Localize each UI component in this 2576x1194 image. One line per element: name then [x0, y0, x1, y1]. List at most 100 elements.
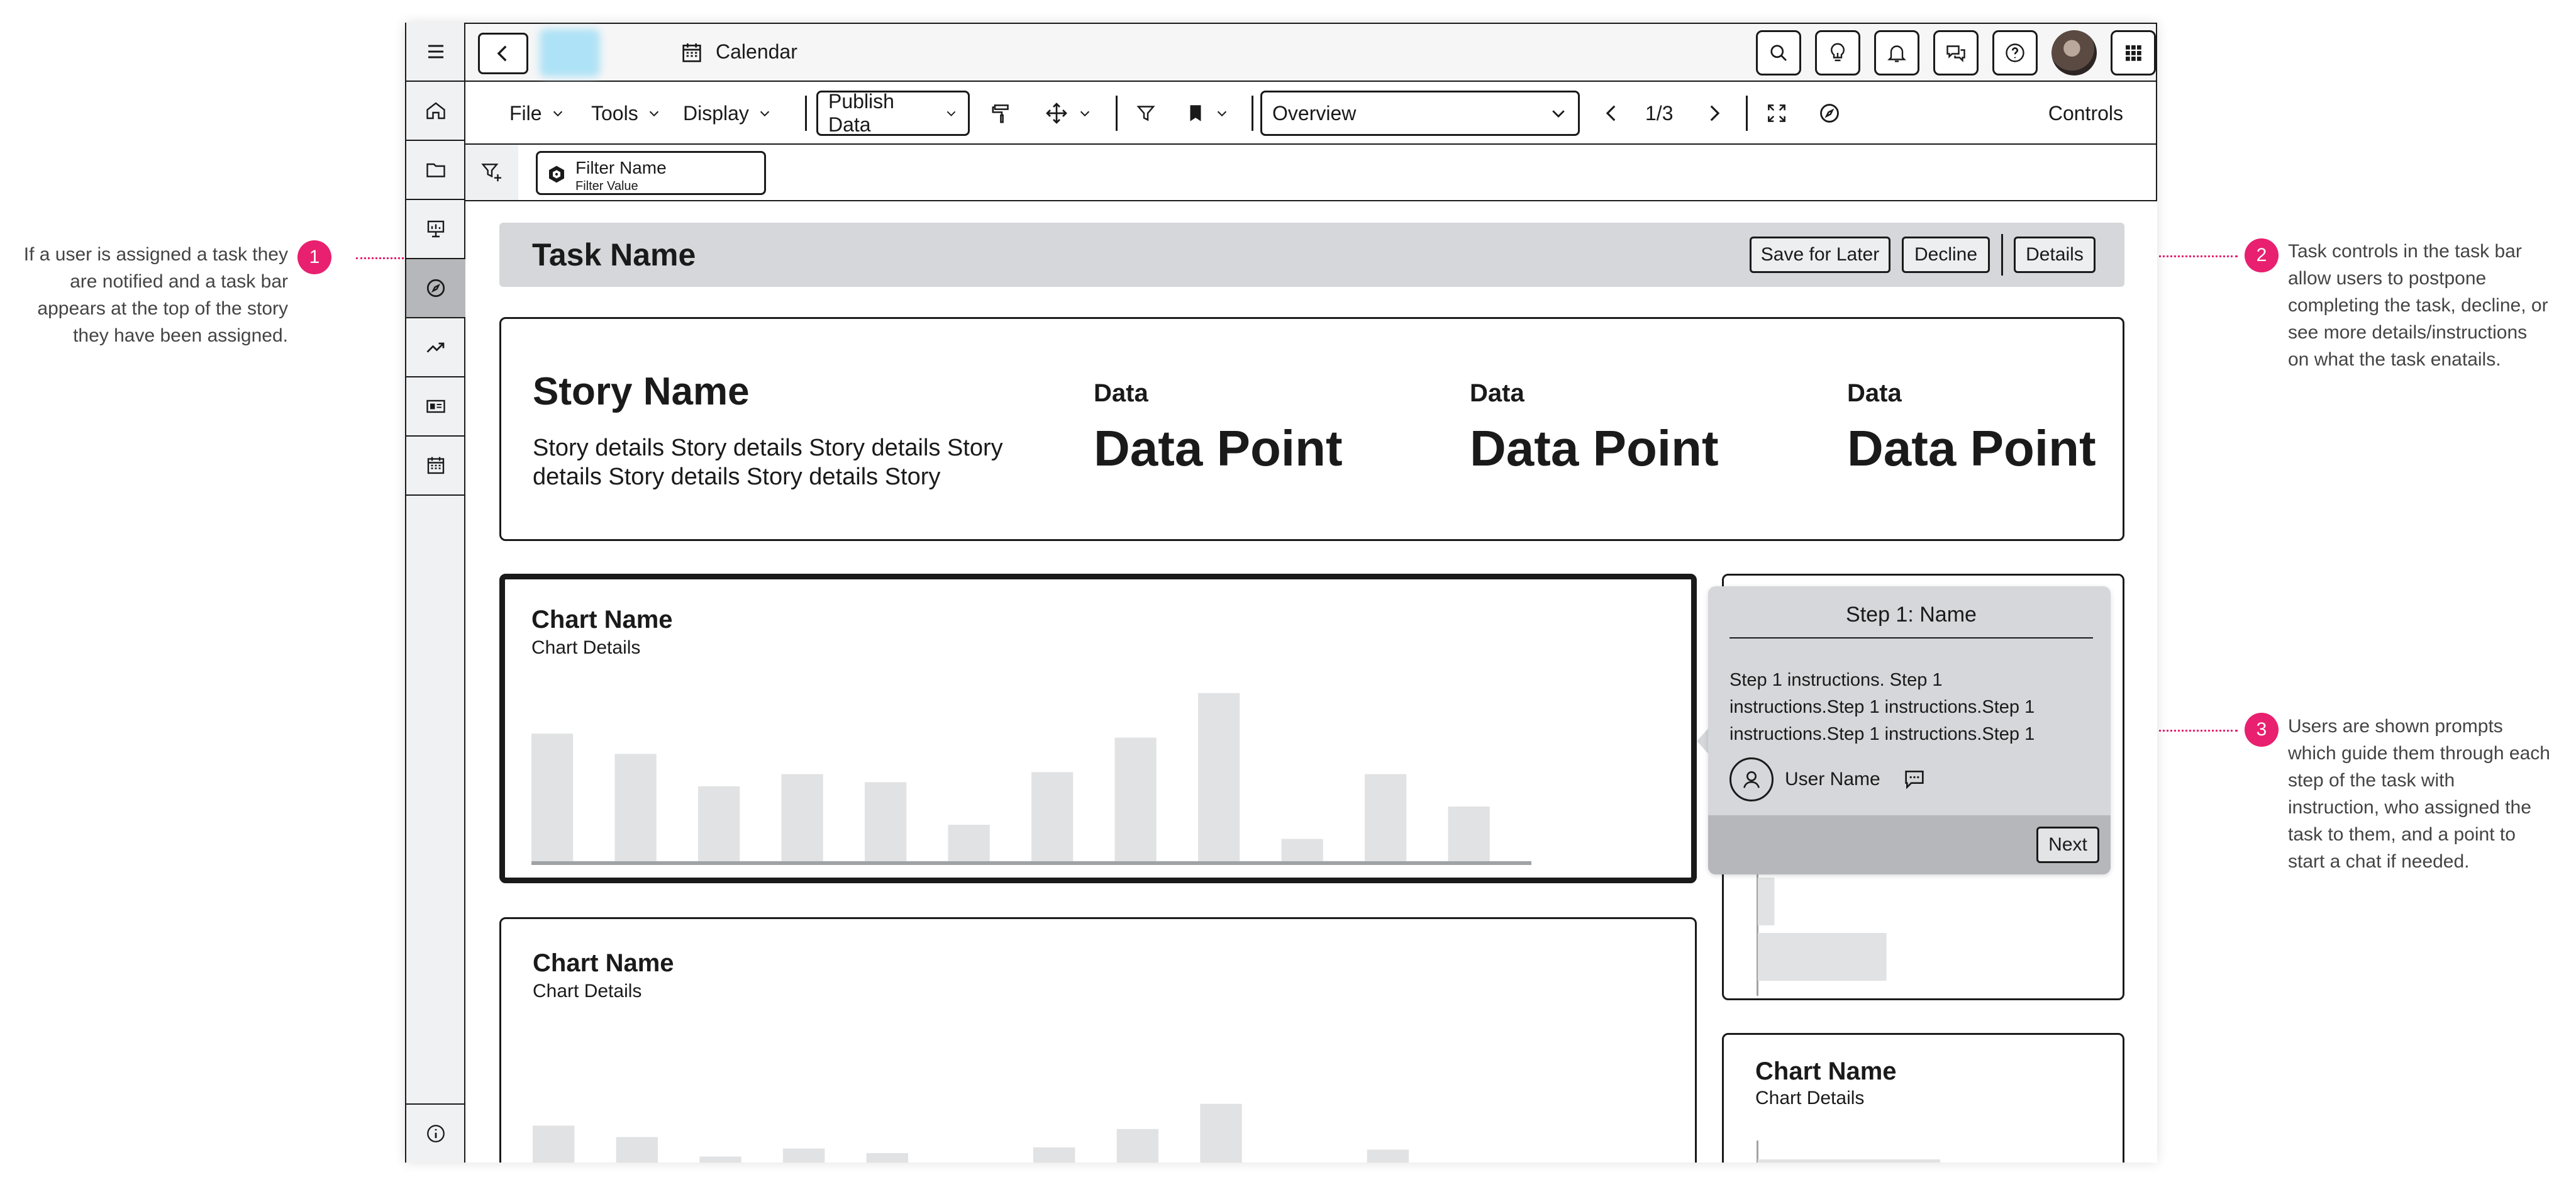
chart-card[interactable]: Chart Name Chart Details: [1722, 1033, 2124, 1163]
chevron-down-icon: [553, 111, 562, 117]
fullscreen-button[interactable]: [1765, 82, 1789, 145]
bar-chart: [531, 693, 1531, 865]
chart-bar: [1367, 1149, 1409, 1163]
nav-stories[interactable]: [406, 259, 465, 318]
bookmark-icon: [1190, 105, 1201, 121]
controls-toggle[interactable]: Controls: [2048, 82, 2123, 145]
user-avatar[interactable]: [2051, 30, 2097, 75]
chart-bar: [1281, 839, 1323, 861]
annotation-2-text: Task controls in the task bar allow user…: [2288, 238, 2576, 373]
chart-bar: [1198, 693, 1240, 861]
kpi-value: Data Point: [1847, 420, 2096, 476]
chevron-down-icon: [1217, 111, 1227, 117]
chart-bar: [614, 754, 657, 861]
annotation-3-badge: 3: [2245, 713, 2279, 747]
back-button[interactable]: [478, 33, 528, 74]
chevron-right-icon: [1710, 105, 1720, 121]
file-menu[interactable]: File: [509, 82, 565, 145]
chart-bar: [1758, 1159, 1940, 1163]
product-switch-button[interactable]: [2111, 30, 2156, 75]
kpi-value: Data Point: [1470, 420, 1719, 476]
chart-bar: [1365, 774, 1407, 861]
search-button[interactable]: [1756, 30, 1801, 75]
task-bar-divider: [2001, 234, 2003, 276]
move-button[interactable]: [1044, 82, 1092, 145]
chart-bar: [866, 1152, 908, 1163]
chart-bar: [1200, 1103, 1242, 1163]
save-for-later-button[interactable]: Save for Later: [1750, 237, 1890, 273]
nav-calendar[interactable]: [406, 437, 465, 496]
notifications-button[interactable]: [1874, 30, 1919, 75]
bar-chart: [533, 1103, 1409, 1163]
bookmark-button[interactable]: [1185, 82, 1229, 145]
chart-card-selected[interactable]: Chart Name Chart Details: [499, 574, 1697, 883]
annotation-1-badge: 1: [297, 240, 331, 274]
ideas-button[interactable]: [1815, 30, 1860, 75]
format-button[interactable]: [990, 82, 1014, 145]
task-name: Task Name: [532, 237, 696, 272]
nav-planning[interactable]: [406, 377, 465, 437]
file-menu-label: File: [509, 101, 542, 125]
chart-bar: [698, 786, 740, 861]
annotation-3-text: Users are shown prompts which guide them…: [2288, 713, 2576, 875]
chart-subtitle: Chart Details: [1755, 1088, 1865, 1108]
nav-presentation[interactable]: [406, 200, 465, 259]
popover-footer: Next: [1708, 815, 2111, 874]
chart-bar: [783, 1148, 825, 1163]
menu-button[interactable]: [406, 23, 465, 82]
chevron-left-icon: [1606, 105, 1616, 121]
info-button[interactable]: [406, 1103, 465, 1163]
decline-button[interactable]: Decline: [1902, 237, 1990, 273]
page-select[interactable]: Overview: [1260, 91, 1580, 136]
app-logo: [540, 29, 600, 77]
chart-bar: [1758, 933, 1887, 981]
help-button[interactable]: [1992, 30, 2038, 75]
add-filter-icon: [481, 164, 502, 182]
filter-icon: [1136, 106, 1155, 121]
tools-menu[interactable]: Tools: [591, 82, 661, 145]
filter-button[interactable]: [1135, 82, 1157, 145]
chart-card[interactable]: Chart Name Chart Details: [499, 917, 1697, 1163]
side-navigation: [405, 23, 465, 1163]
info-icon: [427, 1125, 445, 1142]
annotation-line: are notified and a task bar: [70, 271, 288, 292]
chart-bar: [1033, 1147, 1075, 1163]
annotation-line: they have been assigned.: [73, 325, 288, 346]
explore-button[interactable]: [1818, 82, 1841, 145]
previous-page-button[interactable]: [1601, 82, 1623, 145]
next-page-button[interactable]: [1703, 82, 1724, 145]
chat-icon[interactable]: [1902, 766, 1927, 791]
publish-data-button[interactable]: Publish Data: [816, 90, 970, 136]
add-filter-button[interactable]: [465, 145, 518, 200]
annotation-line: appears at the top of the story: [37, 298, 288, 319]
nav-files[interactable]: [406, 141, 465, 200]
nav-home[interactable]: [406, 82, 465, 141]
details-button[interactable]: Details: [2014, 237, 2096, 273]
dashboard-icon: [426, 399, 445, 413]
nav-analytics[interactable]: [406, 318, 465, 377]
annotation-line: allow users to postpone: [2288, 268, 2487, 289]
compass-icon: [426, 279, 445, 298]
grid-icon: [2126, 45, 2141, 61]
discussions-button[interactable]: [1933, 30, 1979, 75]
chart-bar: [1758, 878, 1775, 925]
display-menu[interactable]: Display: [683, 82, 772, 145]
chevron-down-icon: [760, 111, 770, 117]
chart-bar: [616, 1137, 658, 1163]
story-toolbar: File Tools Display Publish Data Overview…: [465, 82, 2157, 145]
annotation-line: on what the task enatails.: [2288, 349, 2501, 370]
filter-value: Filter Value: [575, 179, 638, 193]
lightbulb-icon: [1831, 43, 1845, 62]
kpi-label: Data: [1094, 379, 1148, 407]
chart-title: Chart Name: [1755, 1057, 1897, 1085]
chevron-left-icon: [497, 45, 507, 62]
filter-bar: Filter Name Filter Value: [465, 145, 2157, 201]
chart-bar: [531, 734, 574, 861]
app-title: Calendar: [716, 40, 797, 63]
trend-icon: [426, 342, 445, 353]
next-button[interactable]: Next: [2036, 827, 2099, 863]
story-header-card: Story Name Story details Story details S…: [499, 317, 2124, 541]
filter-chip[interactable]: Filter Name Filter Value: [536, 151, 766, 195]
user-avatar-button[interactable]: [1729, 757, 1774, 801]
annotation-line: see more details/instructions: [2288, 322, 2528, 343]
